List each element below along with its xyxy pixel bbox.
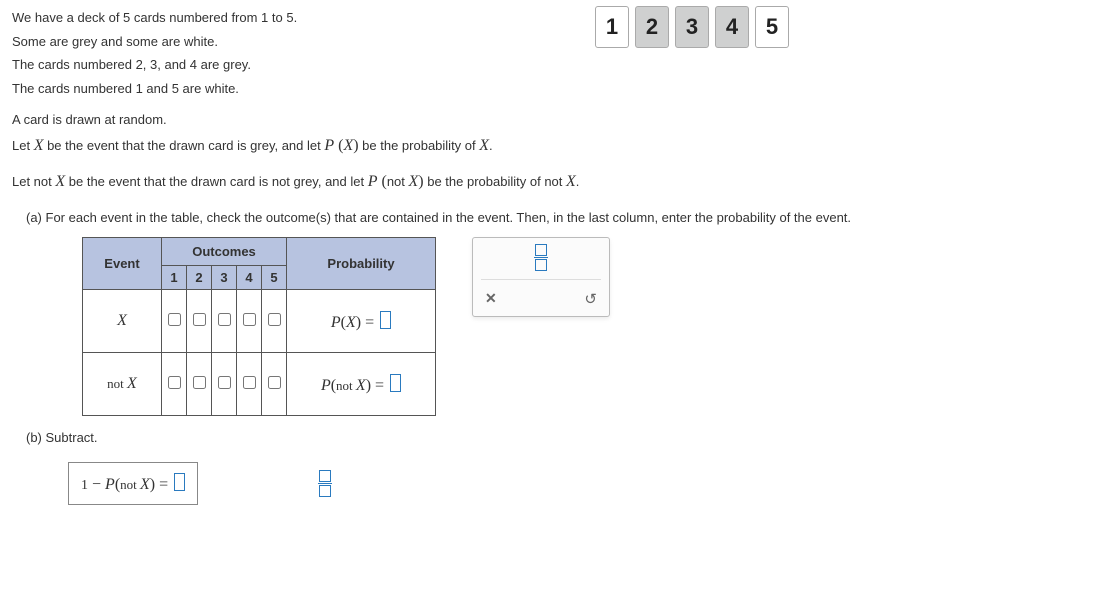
def-notx-line: Let not X be the event that the drawn ca… (12, 170, 1092, 194)
fn-p: P (324, 137, 334, 154)
txt: be the probability of (359, 138, 480, 153)
def-line-2: Let X be the event that the drawn card i… (12, 134, 1092, 158)
var-x: X (34, 137, 44, 154)
fn-p: P (331, 314, 341, 331)
intro-line-1: We have a deck of 5 cards numbered from … (12, 8, 1092, 28)
col-1: 1 (162, 266, 187, 290)
chk-x-1[interactable] (168, 313, 181, 326)
txt: . (576, 174, 580, 189)
var-x: X (479, 137, 489, 154)
txt: be the event that the drawn card is not … (65, 174, 368, 189)
part-a-prompt: (a) For each event in the table, check t… (26, 208, 1092, 228)
chk-x-3[interactable] (218, 313, 231, 326)
part-b-prompt: (b) Subtract. (26, 428, 1092, 448)
card-2: 2 (635, 6, 669, 48)
th-probability: Probability (287, 238, 436, 290)
txt-not: not (387, 174, 409, 189)
col-4: 4 (237, 266, 262, 290)
fn-p: P (321, 377, 331, 394)
paren-open: ( (378, 173, 387, 190)
col-3: 3 (212, 266, 237, 290)
intro-text: We have a deck of 5 cards numbered from … (12, 8, 1092, 98)
th-event: Event (83, 238, 162, 290)
prob-notx-cell: P(not X) = (287, 353, 436, 416)
reset-button[interactable]: ↺ (584, 290, 597, 308)
txt-not: not (107, 376, 127, 391)
txt-not: not (336, 378, 356, 393)
fraction-numerator-icon (319, 470, 331, 482)
tool-palette: ✕ ↺ (472, 237, 610, 317)
intro-line-2: Some are grey and some are white. (12, 32, 1092, 52)
definition-x: A card is drawn at random. Let X be the … (12, 110, 1092, 158)
var-x: X (409, 173, 419, 190)
fraction-button-b[interactable] (318, 470, 332, 497)
var-x: X (55, 173, 65, 190)
eq: = (371, 377, 388, 394)
txt: be the probability of not (424, 174, 566, 189)
fraction-numerator-icon (535, 244, 547, 256)
clear-button[interactable]: ✕ (485, 290, 497, 308)
intro-line-3: The cards numbered 2, 3, and 4 are grey. (12, 55, 1092, 75)
num-one: 1 (81, 478, 88, 493)
fn-p: P (105, 476, 115, 493)
fraction-denominator-icon (535, 259, 547, 271)
col-2: 2 (187, 266, 212, 290)
th-outcomes: Outcomes (162, 238, 287, 266)
fraction-bar-icon (534, 257, 548, 258)
answer-box-p-x[interactable] (380, 311, 391, 329)
txt: be the event that the drawn card is grey… (43, 138, 324, 153)
cards-row: 1 2 3 4 5 (595, 6, 789, 48)
fn-p: P (368, 173, 378, 190)
var-x: X (356, 377, 366, 394)
intro-line-4: The cards numbered 1 and 5 are white. (12, 79, 1092, 99)
card-4: 4 (715, 6, 749, 48)
minus: − (88, 476, 105, 493)
def-line-1: A card is drawn at random. (12, 110, 1092, 130)
fraction-bar-icon (318, 483, 332, 484)
txt: . (489, 138, 493, 153)
var-x: X (346, 314, 356, 331)
chk-notx-5[interactable] (268, 376, 281, 389)
var-x: X (117, 312, 127, 329)
chk-notx-2[interactable] (193, 376, 206, 389)
txt-not: not (120, 477, 140, 492)
chk-notx-4[interactable] (243, 376, 256, 389)
fraction-denominator-icon (319, 485, 331, 497)
prob-x-cell: P(X) = (287, 290, 436, 353)
answer-box-p-notx[interactable] (390, 374, 401, 392)
row-x: X P(X) = (83, 290, 436, 353)
eq: = (155, 476, 172, 493)
outcomes-table: Event Outcomes Probability 1 2 3 4 5 X P… (82, 237, 436, 416)
chk-x-5[interactable] (268, 313, 281, 326)
eq: = (361, 314, 378, 331)
chk-notx-1[interactable] (168, 376, 181, 389)
txt: Let (12, 138, 34, 153)
var-x: X (127, 375, 137, 392)
col-5: 5 (262, 266, 287, 290)
definition-not-x: Let not X be the event that the drawn ca… (12, 170, 1092, 194)
var-x: X (343, 137, 353, 154)
answer-box-subtract[interactable] (174, 473, 185, 491)
card-1: 1 (595, 6, 629, 48)
txt: Let not (12, 174, 55, 189)
var-x: X (140, 476, 150, 493)
event-notx-label: not X (83, 353, 162, 416)
row-not-x: not X P(not X) = (83, 353, 436, 416)
card-3: 3 (675, 6, 709, 48)
var-x: X (566, 173, 576, 190)
chk-notx-3[interactable] (218, 376, 231, 389)
chk-x-4[interactable] (243, 313, 256, 326)
event-x-label: X (83, 290, 162, 353)
subtract-expression: 1 − P(not X) = (68, 462, 198, 505)
fraction-button[interactable] (534, 244, 548, 271)
chk-x-2[interactable] (193, 313, 206, 326)
card-5: 5 (755, 6, 789, 48)
